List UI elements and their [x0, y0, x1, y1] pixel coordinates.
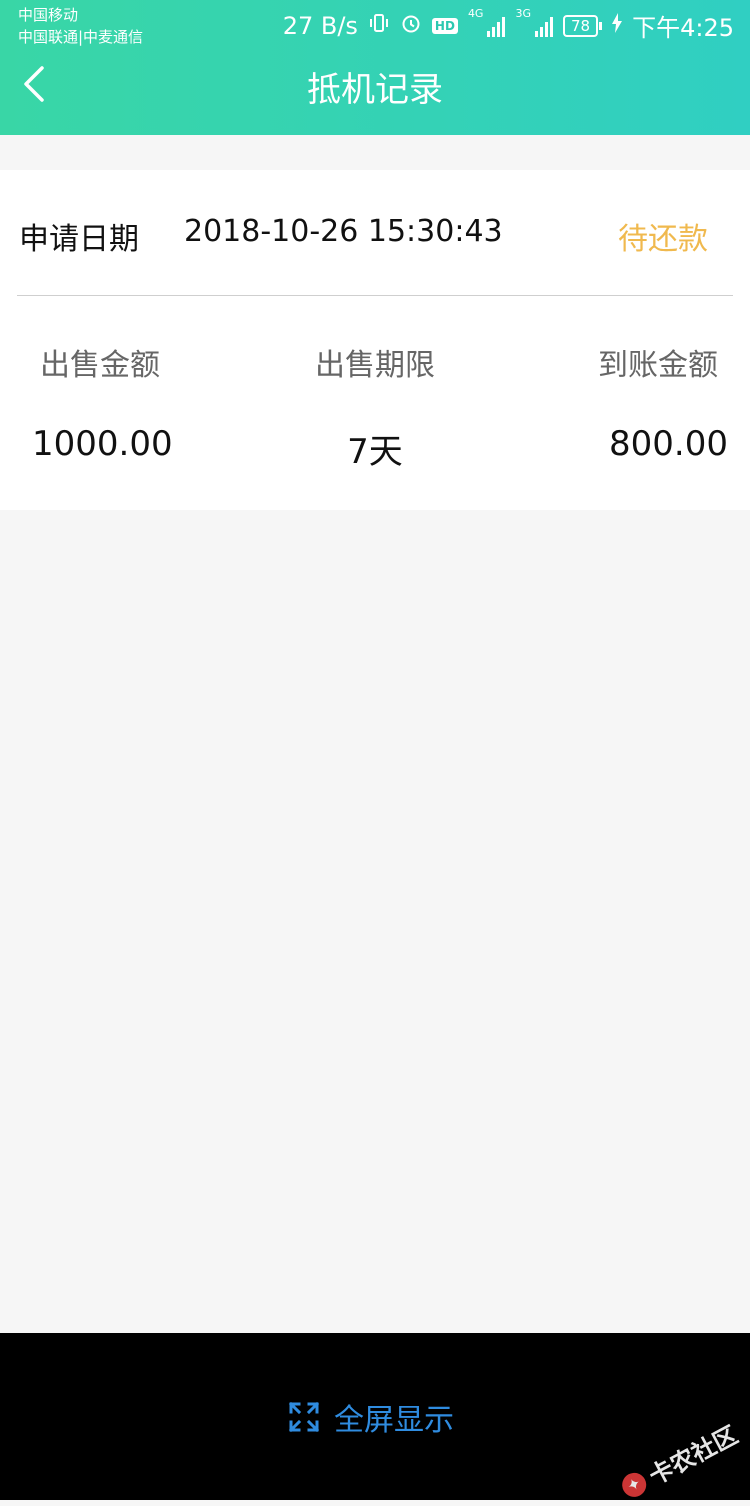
network-speed: 27 B/s	[282, 11, 358, 40]
status-badge: 待还款	[618, 222, 708, 257]
fullscreen-button[interactable]: 全屏显示	[288, 1395, 454, 1439]
watermark-logo-icon: ✦	[617, 1468, 651, 1501]
record-stats: 出售金额 出售期限 到账金额 1000.00 7天 800.00	[0, 296, 750, 510]
nav-bar: 抵机记录	[0, 50, 750, 135]
carrier-secondary: 中国联通|中麦通信	[18, 28, 144, 46]
received-amount-label: 到账金额	[598, 348, 718, 383]
battery-level: 78	[563, 14, 599, 37]
network-3g-label: 3G	[515, 7, 531, 20]
carrier-info: 中国移动 中国联通|中麦通信	[18, 4, 143, 48]
app-header: 中国移动 中国联通|中麦通信 27 B/s HD 4G 3G 78 下午4:25…	[0, 0, 750, 135]
signal-3g-icon	[535, 15, 553, 37]
apply-date-value: 2018-10-26 15:30:43	[184, 214, 503, 249]
fullscreen-label: 全屏显示	[334, 1403, 454, 1438]
alarm-icon	[400, 12, 422, 39]
apply-row: 申请日期 2018-10-26 15:30:43 待还款	[0, 170, 750, 295]
bottom-bar: 全屏显示 ✦ 卡农社区	[0, 1333, 750, 1501]
vibrate-icon	[368, 12, 390, 39]
status-indicators: 27 B/s HD 4G 3G 78 下午4:25	[283, 8, 734, 43]
watermark-text: 卡农社区	[644, 1420, 743, 1491]
record-card[interactable]: 申请日期 2018-10-26 15:30:43 待还款 出售金额 出售期限 到…	[0, 170, 750, 510]
carrier-primary: 中国移动	[18, 6, 79, 24]
charging-icon	[612, 13, 623, 38]
received-amount-value: 800.00	[609, 424, 728, 464]
watermark: ✦ 卡农社区	[615, 1415, 743, 1505]
apply-date-label: 申请日期	[19, 222, 139, 257]
expand-icon	[288, 1401, 320, 1433]
signal-4g-icon	[487, 15, 506, 37]
network-4g-label: 4G	[467, 7, 484, 20]
status-bar: 中国移动 中国联通|中麦通信 27 B/s HD 4G 3G 78 下午4:25	[0, 0, 750, 50]
hd-badge: HD	[431, 17, 458, 34]
battery-icon: 78	[563, 14, 603, 37]
page-title: 抵机记录	[307, 70, 443, 110]
clock-time: 下午4:25	[632, 14, 734, 42]
